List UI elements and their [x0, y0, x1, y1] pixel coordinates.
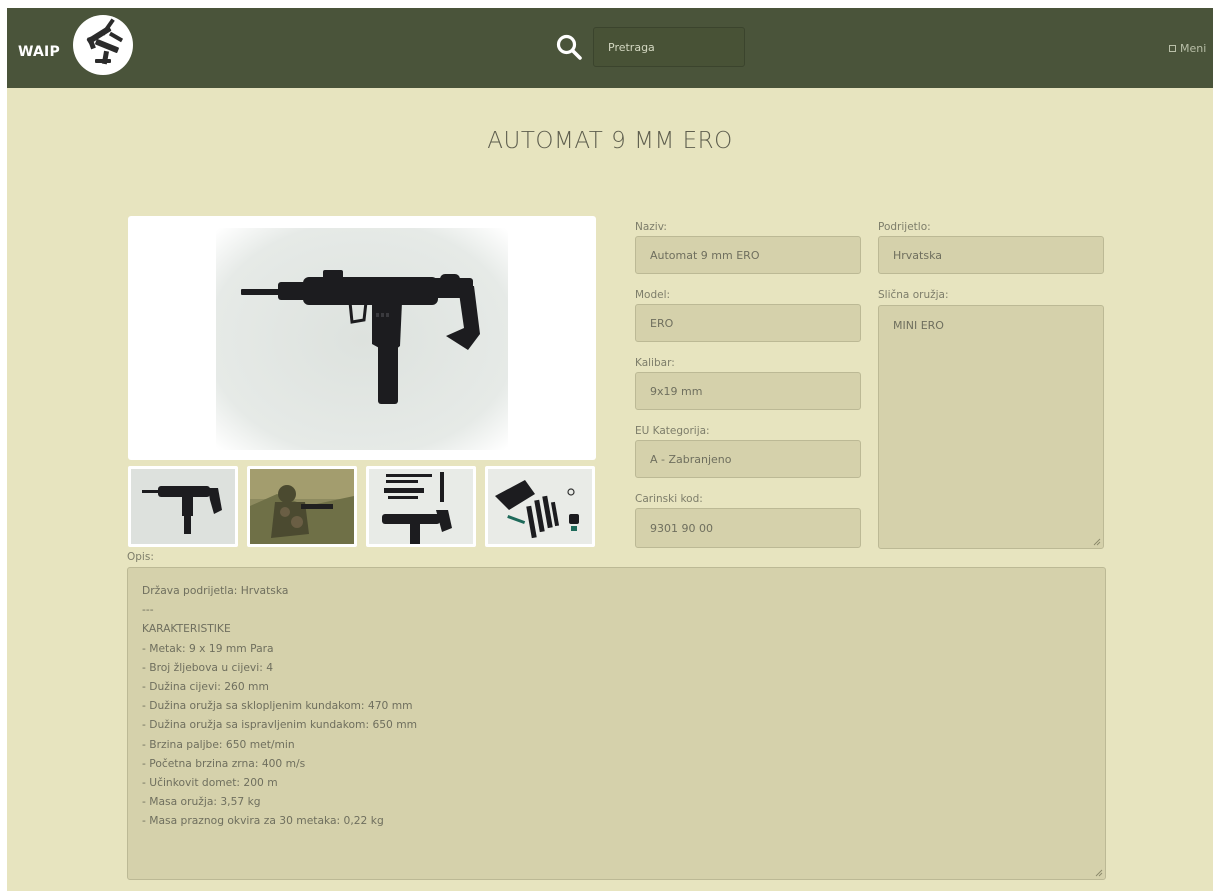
- opis-line: - Metak: 9 x 19 mm Para: [142, 641, 274, 655]
- navbar: WAIP Meni: [7, 8, 1213, 88]
- opis-line: - Brzina paljbe: 650 met/min: [142, 737, 295, 751]
- main-weapon-image[interactable]: [128, 216, 596, 460]
- opis-line: KARAKTERISTIKE: [142, 622, 231, 636]
- naziv-field[interactable]: Automat 9 mm ERO: [635, 236, 861, 274]
- eu-kategorija-field[interactable]: A - Zabranjeno: [635, 440, 861, 478]
- thumbnail-3[interactable]: [366, 466, 476, 547]
- kalibar-label: Kalibar:: [635, 357, 675, 369]
- thumbnail-1[interactable]: [128, 466, 238, 547]
- opis-line: - Učinkovit domet: 200 m: [142, 776, 278, 790]
- slicna-oruzja-value: MINI ERO: [893, 319, 944, 332]
- opis-line: - Dužina oružja sa sklopljenim kundakom:…: [142, 699, 413, 713]
- model-field[interactable]: ERO: [635, 304, 861, 342]
- eu-kategorija-label: EU Kategorija:: [635, 425, 710, 437]
- podrijetlo-field[interactable]: Hrvatska: [878, 236, 1104, 274]
- carinski-kod-label: Carinski kod:: [635, 493, 703, 505]
- opis-line: - Masa praznog okvira za 30 metaka: 0,22…: [142, 814, 384, 828]
- menu-label: Meni: [1180, 42, 1207, 55]
- opis-line: - Početna brzina zrna: 400 m/s: [142, 756, 306, 770]
- brand-name[interactable]: WAIP: [18, 44, 60, 60]
- menu-icon: [1169, 45, 1176, 52]
- thumbnail-2[interactable]: [247, 466, 357, 547]
- opis-line: ---: [142, 603, 154, 617]
- podrijetlo-label: Podrijetlo:: [878, 221, 931, 233]
- opis-field[interactable]: Država podrijetla: Hrvatska --- KARAKTER…: [127, 567, 1106, 880]
- menu-button[interactable]: Meni: [1169, 42, 1206, 55]
- opis-line: - Masa oružja: 3,57 kg: [142, 795, 261, 809]
- model-label: Model:: [635, 289, 671, 301]
- logo-icon[interactable]: [73, 15, 133, 75]
- resize-grip-icon[interactable]: [1095, 869, 1103, 877]
- resize-grip-icon[interactable]: [1093, 538, 1101, 546]
- slicna-oruzja-field[interactable]: MINI ERO: [878, 305, 1104, 549]
- page: WAIP Meni AUTOMAT 9 MM ERO: [7, 8, 1213, 891]
- opis-line: Država podrijetla: Hrvatska: [142, 584, 289, 597]
- carinski-kod-field[interactable]: 9301 90 00: [635, 508, 861, 548]
- search-icon[interactable]: [556, 34, 582, 60]
- kalibar-field[interactable]: 9x19 mm: [635, 372, 861, 410]
- opis-label: Opis:: [127, 551, 154, 563]
- thumbnail-4[interactable]: [485, 466, 595, 547]
- opis-line: - Broj žljebova u cijevi: 4: [142, 660, 274, 674]
- naziv-label: Naziv:: [635, 221, 667, 233]
- page-title: AUTOMAT 9 MM ERO: [487, 128, 733, 154]
- opis-line: - Dužina oružja sa ispravljenim kundakom…: [142, 718, 418, 732]
- slicna-oruzja-label: Slična oružja:: [878, 289, 949, 301]
- opis-line: - Dužina cijevi: 260 mm: [142, 680, 269, 694]
- search-input[interactable]: [593, 27, 745, 67]
